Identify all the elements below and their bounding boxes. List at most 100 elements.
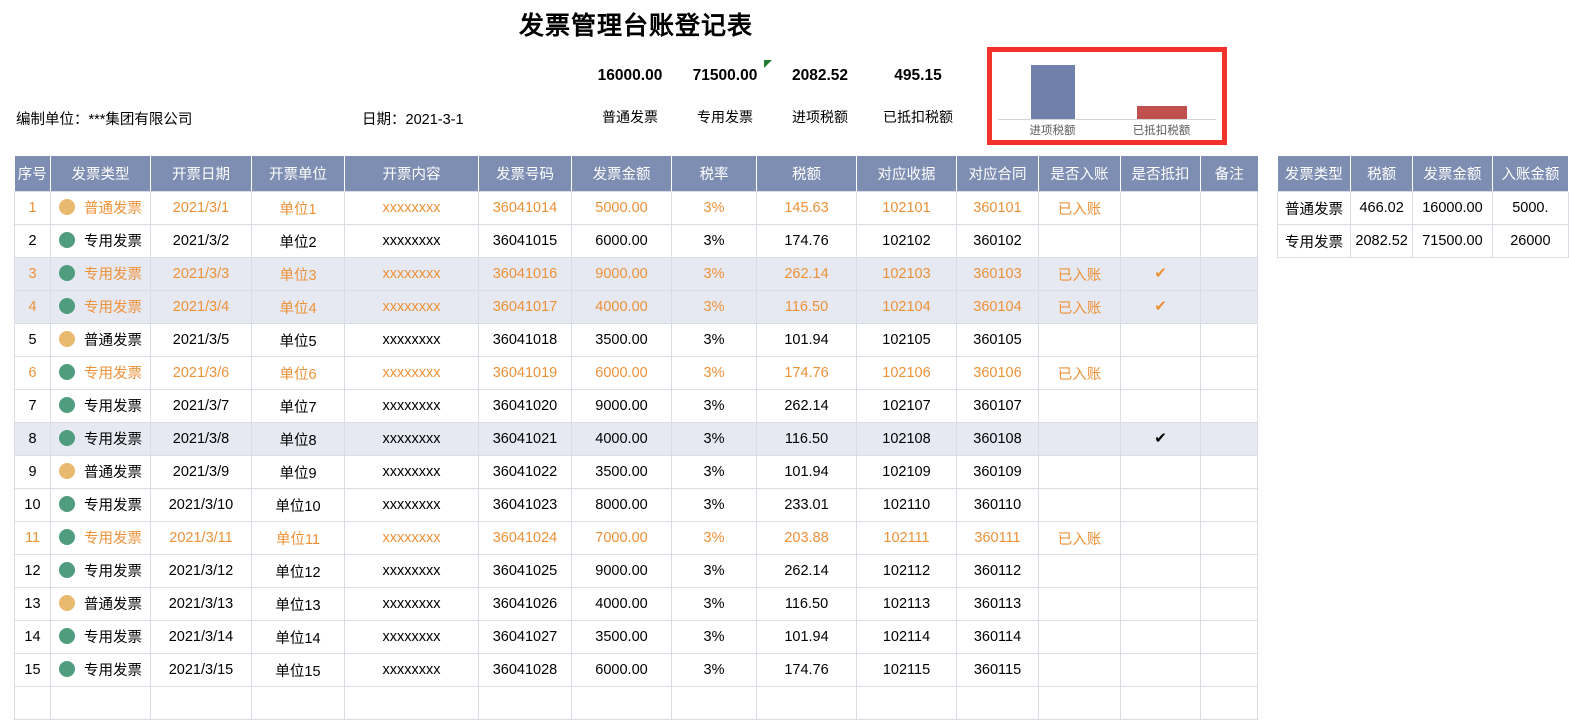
cell-booked-status[interactable]: 已入账	[1038, 257, 1121, 291]
cell-deducted-status[interactable]	[1120, 620, 1201, 654]
column-header-date[interactable]: 开票日期	[150, 156, 252, 192]
column-header-contract[interactable]: 对应合同	[956, 156, 1039, 192]
cell-tax-amount[interactable]: 262.14	[756, 554, 857, 588]
cell-deducted-status[interactable]	[1120, 356, 1201, 390]
cell-booked-status[interactable]: 已入账	[1038, 191, 1121, 225]
cell-issuing-unit[interactable]: 单位10	[251, 488, 345, 522]
cell-invoice-number[interactable]: 36041021	[478, 422, 572, 456]
cell-index[interactable]: 12	[14, 554, 51, 588]
summary-column-header-type[interactable]: 发票类型	[1277, 156, 1352, 192]
cell-tax-rate[interactable]: 3%	[671, 224, 757, 258]
cell-content[interactable]: xxxxxxxx	[344, 554, 479, 588]
cell-invoice-number[interactable]: 36041024	[478, 521, 572, 555]
cell-invoice-type[interactable]: 专用发票	[50, 653, 151, 687]
summary-cell-amount[interactable]: 71500.00	[1412, 224, 1493, 258]
cell-note[interactable]	[1200, 257, 1258, 291]
cell-issuing-unit[interactable]: 单位5	[251, 323, 345, 357]
cell-deducted-status[interactable]: ✔	[1120, 257, 1201, 291]
table-row[interactable]: 2 专用发票 2021/3/2 单位2 xxxxxxxx 36041015 6000.00 3…	[14, 224, 1258, 258]
table-row[interactable]: 3 专用发票 2021/3/3 单位3 xxxxxxxx 36041016 9000.00 3…	[14, 257, 1258, 291]
cell-contract-no[interactable]: 360106	[956, 356, 1039, 390]
cell-contract-no[interactable]: 360101	[956, 191, 1039, 225]
cell-tax-rate[interactable]: 3%	[671, 191, 757, 225]
cell-index[interactable]: 15	[14, 653, 51, 687]
cell-invoice-number[interactable]: 36041023	[478, 488, 572, 522]
cell-issue-date[interactable]: 2021/3/11	[150, 521, 252, 555]
cell-content[interactable]: xxxxxxxx	[344, 224, 479, 258]
cell-invoice-type[interactable]: 专用发票	[50, 620, 151, 654]
cell-deducted-status[interactable]: ✔	[1120, 290, 1201, 324]
cell-receipt-no[interactable]: 102111	[856, 521, 957, 555]
table-row[interactable]: 11 专用发票 2021/3/11 单位11 xxxxxxxx 36041024 7000.…	[14, 521, 1258, 555]
cell-contract-no[interactable]: 360112	[956, 554, 1039, 588]
cell-receipt-no[interactable]: 102113	[856, 587, 957, 621]
cell-tax-rate[interactable]: 3%	[671, 521, 757, 555]
cell-tax-amount[interactable]: 116.50	[756, 290, 857, 324]
cell-tax-rate[interactable]	[671, 686, 757, 720]
cell-booked-status[interactable]	[1038, 422, 1121, 456]
cell-contract-no[interactable]: 360108	[956, 422, 1039, 456]
cell-tax-amount[interactable]: 101.94	[756, 323, 857, 357]
table-row[interactable]: 15 专用发票 2021/3/15 单位15 xxxxxxxx 36041028 6000.…	[14, 653, 1258, 687]
cell-index[interactable]: 6	[14, 356, 51, 390]
column-header-content[interactable]: 开票内容	[344, 156, 479, 192]
cell-tax-amount[interactable]: 262.14	[756, 389, 857, 423]
column-header-unit[interactable]: 开票单位	[251, 156, 345, 192]
cell-issue-date[interactable]: 2021/3/6	[150, 356, 252, 390]
cell-invoice-number[interactable]: 36041025	[478, 554, 572, 588]
cell-receipt-no[interactable]: 102109	[856, 455, 957, 489]
table-row[interactable]: 12 专用发票 2021/3/12 单位12 xxxxxxxx 36041025 9000.…	[14, 554, 1258, 588]
cell-issuing-unit[interactable]: 单位7	[251, 389, 345, 423]
cell-index[interactable]: 14	[14, 620, 51, 654]
table-row[interactable]: 4 专用发票 2021/3/4 单位4 xxxxxxxx 36041017 4000.00 3…	[14, 290, 1258, 324]
summary-row[interactable]: 专用发票 2082.52 71500.00 26000	[1276, 224, 1569, 258]
summary-cell-type[interactable]: 普通发票	[1276, 191, 1352, 225]
cell-deducted-status[interactable]	[1120, 389, 1201, 423]
cell-tax-rate[interactable]: 3%	[671, 257, 757, 291]
cell-issuing-unit[interactable]: 单位9	[251, 455, 345, 489]
cell-amount[interactable]: 6000.00	[571, 224, 672, 258]
cell-index[interactable]: 2	[14, 224, 51, 258]
cell-index[interactable]: 1	[14, 191, 51, 225]
table-row[interactable]: 8 专用发票 2021/3/8 单位8 xxxxxxxx 36041021 4000.00 3…	[14, 422, 1258, 456]
cell-invoice-number[interactable]: 36041019	[478, 356, 572, 390]
cell-booked-status[interactable]	[1038, 488, 1121, 522]
cell-issue-date[interactable]: 2021/3/2	[150, 224, 252, 258]
cell-amount[interactable]: 9000.00	[571, 257, 672, 291]
cell-issuing-unit[interactable]: 单位8	[251, 422, 345, 456]
cell-invoice-type[interactable]: 专用发票	[50, 257, 151, 291]
cell-issuing-unit[interactable]: 单位11	[251, 521, 345, 555]
table-row[interactable]: 6 专用发票 2021/3/6 单位6 xxxxxxxx 36041019 6000.00 3…	[14, 356, 1258, 390]
cell-note[interactable]	[1200, 191, 1258, 225]
cell-tax-rate[interactable]: 3%	[671, 323, 757, 357]
cell-issuing-unit[interactable]: 单位2	[251, 224, 345, 258]
cell-booked-status[interactable]	[1038, 323, 1121, 357]
column-header-index[interactable]: 序号	[14, 156, 51, 192]
summary-cell-booked[interactable]: 5000.	[1491, 191, 1569, 225]
cell-tax-rate[interactable]: 3%	[671, 389, 757, 423]
cell-amount[interactable]: 5000.00	[571, 191, 672, 225]
cell-receipt-no[interactable]: 102110	[856, 488, 957, 522]
cell-deducted-status[interactable]	[1120, 224, 1201, 258]
summary-cell-booked[interactable]: 26000	[1491, 224, 1569, 258]
cell-content[interactable]: xxxxxxxx	[344, 587, 479, 621]
cell-index[interactable]: 9	[14, 455, 51, 489]
column-header-number[interactable]: 发票号码	[478, 156, 572, 192]
cell-booked-status[interactable]	[1038, 587, 1121, 621]
cell-receipt-no[interactable]: 102102	[856, 224, 957, 258]
cell-amount[interactable]: 8000.00	[571, 488, 672, 522]
cell-deducted-status[interactable]	[1120, 323, 1201, 357]
summary-column-header-amount[interactable]: 发票金额	[1412, 156, 1493, 192]
cell-invoice-number[interactable]: 36041027	[478, 620, 572, 654]
cell-note[interactable]	[1200, 620, 1258, 654]
cell-invoice-type[interactable]: 普通发票	[50, 455, 151, 489]
cell-invoice-type[interactable]: 专用发票	[50, 488, 151, 522]
cell-receipt-no[interactable]: 102105	[856, 323, 957, 357]
cell-invoice-type[interactable]: 专用发票	[50, 554, 151, 588]
cell-tax-rate[interactable]: 3%	[671, 356, 757, 390]
table-row[interactable]: 10 专用发票 2021/3/10 单位10 xxxxxxxx 36041023 8000.…	[14, 488, 1258, 522]
summary-column-header-booked[interactable]: 入账金额	[1492, 156, 1569, 192]
cell-note[interactable]	[1200, 224, 1258, 258]
cell-booked-status[interactable]	[1038, 554, 1121, 588]
cell-invoice-type[interactable]: 专用发票	[50, 290, 151, 324]
